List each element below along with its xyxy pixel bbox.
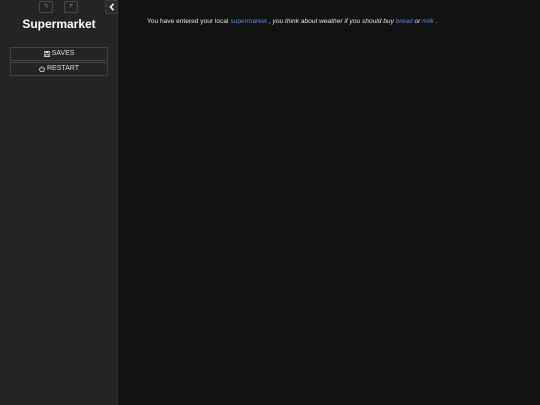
passage-text-intro: You have entered your local bbox=[147, 18, 229, 25]
redo-icon: ↱ bbox=[68, 3, 74, 10]
story-app: ↰ ↱ Supermarket SAVES RESTART You have e… bbox=[0, 0, 540, 405]
undo-button[interactable]: ↰ bbox=[39, 1, 53, 13]
passage-italic-text: you think about weather if you should bu… bbox=[272, 18, 394, 25]
chevron-left-icon bbox=[108, 0, 115, 16]
saves-button[interactable]: SAVES bbox=[10, 47, 108, 61]
passage-area: You have entered your local supermarket … bbox=[119, 0, 540, 405]
sidebar: ↰ ↱ Supermarket SAVES RESTART bbox=[0, 0, 118, 405]
passage-or: or bbox=[414, 18, 421, 25]
passage-text: You have entered your local supermarket … bbox=[147, 18, 438, 25]
redo-button[interactable]: ↱ bbox=[64, 1, 78, 13]
link-bread[interactable]: bread bbox=[396, 18, 413, 25]
restart-button[interactable]: RESTART bbox=[10, 62, 108, 76]
saves-label: SAVES bbox=[51, 50, 75, 57]
undo-icon: ↰ bbox=[43, 3, 49, 10]
sidebar-menu: SAVES RESTART bbox=[10, 47, 108, 76]
link-supermarket[interactable]: supermarket bbox=[230, 18, 267, 25]
passage-period: . bbox=[435, 18, 438, 25]
restart-label: RESTART bbox=[46, 65, 80, 72]
passage-comma: , bbox=[268, 18, 271, 25]
power-icon bbox=[39, 66, 45, 72]
collapse-sidebar-button[interactable] bbox=[105, 0, 118, 14]
story-title: Supermarket bbox=[22, 17, 96, 31]
floppy-disk-icon bbox=[43, 51, 50, 57]
link-milk[interactable]: milk bbox=[422, 18, 434, 25]
